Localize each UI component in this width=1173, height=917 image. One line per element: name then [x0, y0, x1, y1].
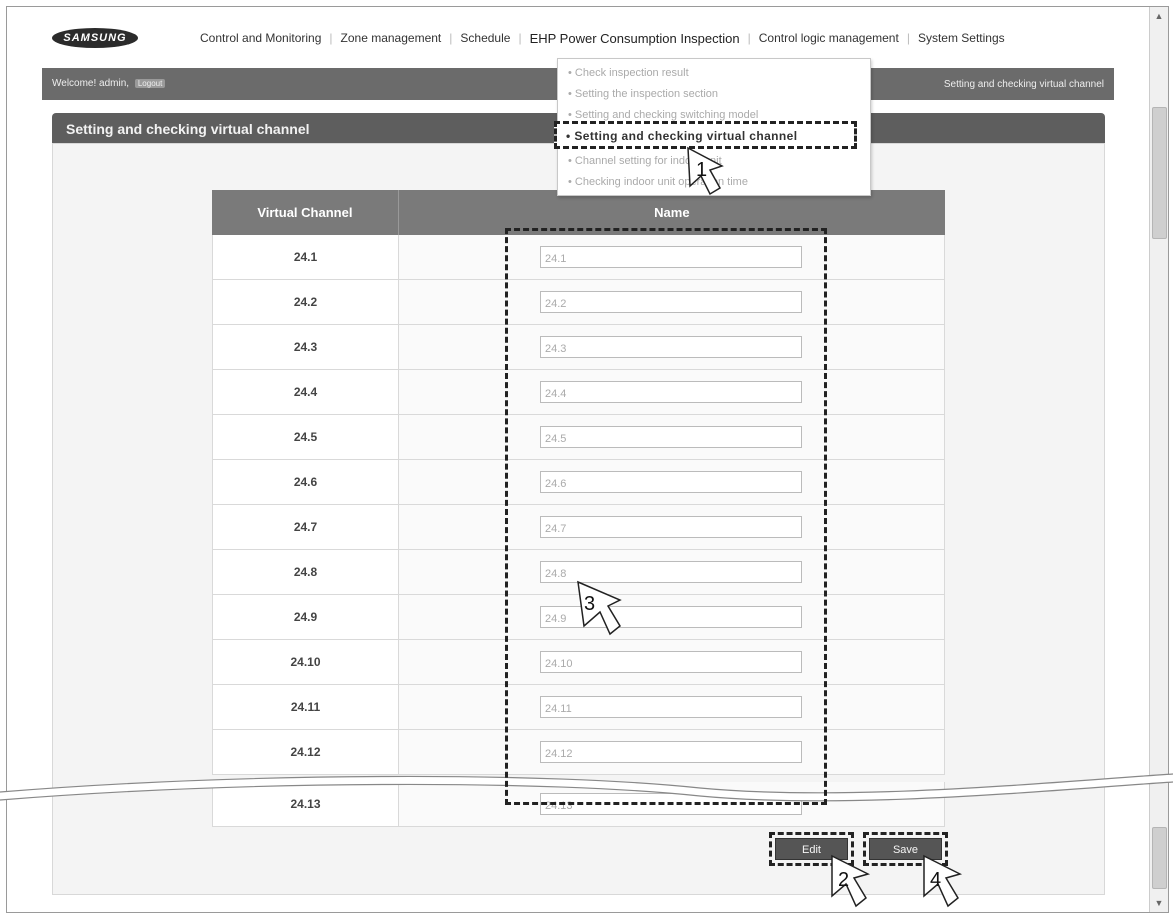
- nav-item-control-logic[interactable]: Control logic management: [759, 31, 899, 46]
- header-virtual-channel: Virtual Channel: [212, 190, 399, 235]
- section-title: Setting and checking virtual channel: [66, 121, 310, 137]
- dropdown-item-virtual-channel[interactable]: • Setting and checking virtual channel: [566, 129, 797, 143]
- channel-cell: 24.1: [213, 235, 399, 279]
- vertical-scrollbar[interactable]: ▲ ▼: [1149, 7, 1168, 912]
- welcome-text: Welcome! admin, Logout: [52, 78, 166, 89]
- channel-cell: 24.12: [213, 730, 399, 774]
- dropdown-item-switching-model[interactable]: • Setting and checking switching model: [568, 109, 758, 121]
- cursor-arrow-icon: 2: [831, 854, 871, 908]
- channel-cell: 24.13: [213, 782, 399, 826]
- channel-cell: 24.5: [213, 415, 399, 459]
- step-number-4: 4: [930, 869, 941, 891]
- current-page-label: Setting and checking virtual channel: [943, 79, 1104, 90]
- samsung-logo: SAMSUNG: [52, 28, 138, 48]
- nav-separator: |: [518, 31, 522, 45]
- channel-cell: 24.4: [213, 370, 399, 414]
- scroll-down-icon[interactable]: ▼: [1152, 896, 1166, 910]
- nav-item-control-monitoring[interactable]: Control and Monitoring: [200, 31, 321, 46]
- channel-cell: 24.10: [213, 640, 399, 684]
- channel-cell: 24.9: [213, 595, 399, 639]
- top-navigation: Control and Monitoring | Zone management…: [200, 31, 1005, 46]
- channel-cell: 24.7: [213, 505, 399, 549]
- selected-menu-highlight: • Setting and checking virtual channel: [554, 121, 857, 149]
- nav-separator: |: [449, 31, 453, 45]
- step-number-1: 1: [696, 159, 707, 181]
- cursor-arrow-icon: 3: [577, 580, 622, 636]
- channel-cell: 24.3: [213, 325, 399, 369]
- cursor-arrow-icon: 1: [687, 146, 724, 196]
- channel-cell: 24.11: [213, 685, 399, 729]
- nav-item-zone-management[interactable]: Zone management: [341, 31, 442, 46]
- dropdown-item-inspection-section[interactable]: • Setting the inspection section: [568, 88, 718, 100]
- nav-separator: |: [747, 31, 751, 45]
- step-number-2: 2: [838, 869, 849, 891]
- channel-cell: 24.2: [213, 280, 399, 324]
- scroll-thumb-lower[interactable]: [1152, 827, 1167, 889]
- scroll-thumb[interactable]: [1152, 107, 1167, 239]
- dropdown-item-check-result[interactable]: • Check inspection result: [568, 67, 689, 79]
- logout-button[interactable]: Logout: [134, 79, 166, 88]
- nav-separator: |: [329, 31, 333, 45]
- scroll-up-icon[interactable]: ▲: [1152, 9, 1166, 23]
- step-number-3: 3: [584, 593, 595, 615]
- nav-item-schedule[interactable]: Schedule: [460, 31, 510, 46]
- cursor-arrow-icon: 4: [923, 854, 963, 908]
- channel-cell: 24.8: [213, 550, 399, 594]
- nav-item-system-settings[interactable]: System Settings: [918, 31, 1005, 46]
- welcome-label: Welcome! admin,: [52, 78, 130, 89]
- nav-item-ehp-power-inspection[interactable]: EHP Power Consumption Inspection: [530, 31, 740, 46]
- name-column-highlight: [505, 228, 827, 805]
- channel-cell: 24.6: [213, 460, 399, 504]
- nav-separator: |: [906, 31, 910, 45]
